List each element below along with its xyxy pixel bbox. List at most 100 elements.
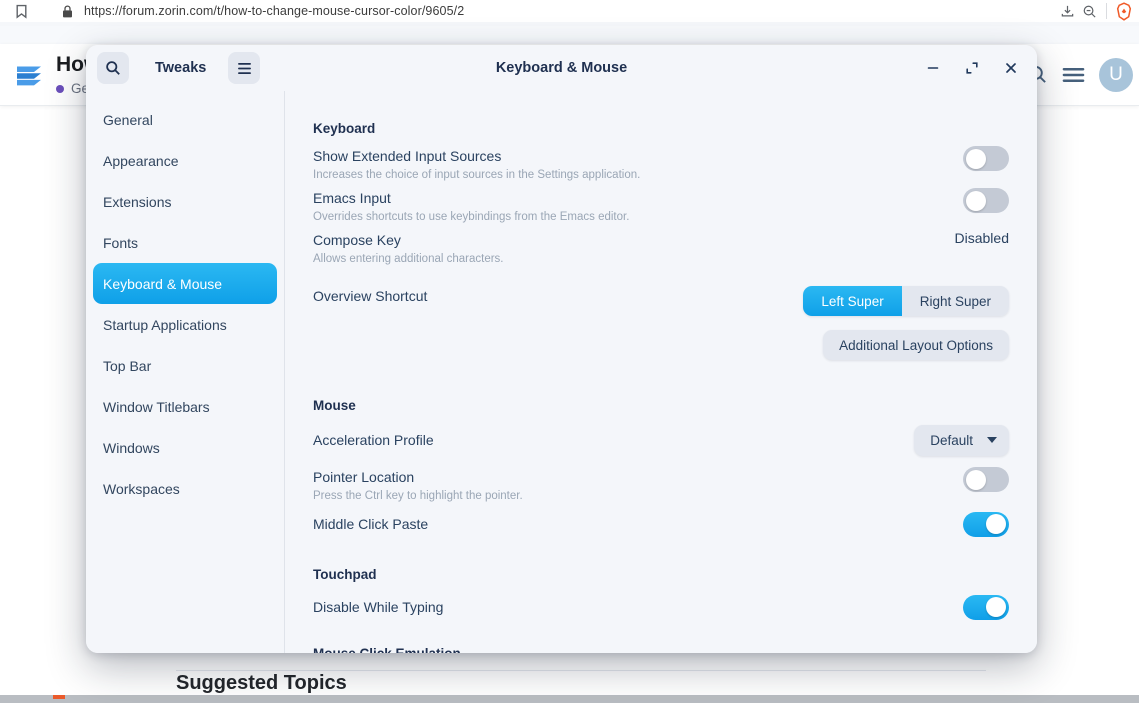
zorin-logo-icon[interactable]: [12, 58, 46, 92]
sidebar-item-workspaces[interactable]: Workspaces: [93, 468, 277, 509]
row-control: Disabled: [913, 230, 1009, 248]
avatar[interactable]: U: [1099, 57, 1133, 92]
overview-shortcut-segmented-control: Left Super Right Super: [803, 286, 1009, 316]
row-control: Left Super Right Super: [787, 286, 1009, 316]
sidebar-item-keyboard-and-mouse[interactable]: Keyboard & Mouse: [93, 263, 277, 304]
address-bar[interactable]: https://forum.zorin.com/t/how-to-change-…: [48, 0, 1056, 22]
row-texts: Disable While Typing: [313, 597, 913, 617]
zoom-out-icon[interactable]: [1078, 1, 1100, 21]
disable-while-typing-toggle[interactable]: [963, 594, 1009, 620]
row-texts: Overview Shortcut: [313, 286, 787, 306]
tweaks-window: Tweaks Keyboard & Mouse General Appearan…: [86, 45, 1037, 653]
row-texts: Show Extended Input Sources Increases th…: [313, 146, 913, 184]
setting-subtitle: Increases the choice of input sources in…: [313, 169, 641, 181]
sidebar-item-startup-applications[interactable]: Startup Applications: [93, 304, 277, 345]
additional-layout-options-button[interactable]: Additional Layout Options: [823, 330, 1009, 360]
setting-show-extended-input-sources: Show Extended Input Sources Increases th…: [313, 144, 1009, 186]
setting-title: Emacs Input: [313, 190, 391, 206]
toggle-knob: [986, 514, 1006, 534]
hamburger-menu-icon[interactable]: [1062, 66, 1085, 84]
pointer-location-toggle[interactable]: [963, 467, 1009, 492]
bookmark-icon[interactable]: [10, 1, 32, 21]
sidebar-item-label: Appearance: [103, 152, 179, 169]
row-additional-layout-options: Additional Layout Options: [313, 328, 1009, 362]
sidebar-item-extensions[interactable]: Extensions: [93, 181, 277, 222]
toggle-knob: [986, 597, 1006, 617]
toggle-knob: [966, 190, 986, 211]
settings-content: Keyboard Show Extended Input Sources Inc…: [285, 91, 1037, 653]
setting-disable-while-typing: Disable While Typing: [313, 590, 1009, 624]
app-title: Tweaks: [155, 60, 207, 76]
segment-left-super[interactable]: Left Super: [803, 286, 902, 316]
tweaks-titlebar: Tweaks Keyboard & Mouse: [86, 45, 1037, 91]
middle-click-paste-toggle[interactable]: [963, 511, 1009, 537]
toggle-knob: [966, 148, 986, 169]
sidebar-item-label: Extensions: [103, 193, 172, 210]
setting-middle-click-paste: Middle Click Paste: [313, 507, 1009, 541]
sidebar-item-label: Window Titlebars: [103, 398, 210, 415]
sidebar-item-fonts[interactable]: Fonts: [93, 222, 277, 263]
setting-title: Acceleration Profile: [313, 432, 434, 448]
taskbar-strip: [0, 695, 1139, 703]
row-texts: Middle Click Paste: [313, 514, 913, 534]
browser-toolbar-actions: [1056, 1, 1139, 21]
chevron-down-icon: [987, 437, 997, 443]
acceleration-profile-value: Default: [930, 432, 973, 448]
setting-emacs-input: Emacs Input Overrides shortcuts to use k…: [313, 186, 1009, 228]
content-divider: [176, 670, 986, 671]
sidebar-item-label: Keyboard & Mouse: [103, 275, 223, 292]
row-control: [913, 188, 1009, 213]
forum-header-actions: U: [1027, 57, 1139, 92]
suggested-topics-heading: Suggested Topics: [176, 672, 347, 694]
row-control: Default: [913, 424, 1009, 456]
url-text: https://forum.zorin.com/t/how-to-change-…: [84, 4, 465, 18]
setting-title: Pointer Location: [313, 469, 415, 485]
setting-title: Compose Key: [313, 232, 401, 248]
close-icon[interactable]: [1003, 60, 1019, 76]
brave-lion-icon[interactable]: [1113, 1, 1135, 21]
sidebar-item-label: Top Bar: [103, 357, 152, 374]
minimize-icon[interactable]: [925, 60, 941, 76]
setting-title: Overview Shortcut: [313, 288, 428, 304]
touchpad-section-heading: Touchpad: [313, 567, 377, 582]
row-texts: Pointer Location Press the Ctrl key to h…: [313, 467, 913, 505]
setting-compose-key: Compose Key Allows entering additional c…: [313, 228, 1009, 270]
segment-right-super[interactable]: Right Super: [901, 286, 1009, 316]
row-control: [913, 594, 1009, 620]
setting-overview-shortcut: Overview Shortcut Left Super Right Super: [313, 284, 1009, 318]
download-icon[interactable]: [1056, 1, 1078, 21]
row-control: Additional Layout Options: [787, 330, 1009, 360]
setting-subtitle: Allows entering additional characters.: [313, 253, 504, 265]
mouse-section-heading: Mouse: [313, 398, 356, 413]
show-extended-input-sources-toggle[interactable]: [963, 146, 1009, 171]
row-texts: Acceleration Profile: [313, 430, 913, 450]
toolbar-divider: [1106, 3, 1107, 19]
sidebar-item-appearance[interactable]: Appearance: [93, 140, 277, 181]
setting-subtitle: Press the Ctrl key to highlight the poin…: [313, 490, 523, 502]
setting-subtitle: Overrides shortcuts to use keybindings f…: [313, 211, 630, 223]
toggle-knob: [966, 469, 986, 490]
acceleration-profile-dropdown[interactable]: Default: [914, 424, 1009, 456]
setting-pointer-location: Pointer Location Press the Ctrl key to h…: [313, 465, 1009, 507]
maximize-icon[interactable]: [964, 60, 980, 76]
emacs-input-toggle[interactable]: [963, 188, 1009, 213]
setting-title: Show Extended Input Sources: [313, 148, 502, 164]
sidebar-item-general[interactable]: General: [93, 99, 277, 140]
sidebar-item-window-titlebars[interactable]: Window Titlebars: [93, 386, 277, 427]
sidebar-item-label: General: [103, 111, 153, 128]
tweaks-body: General Appearance Extensions Fonts Keyb…: [86, 91, 1037, 653]
row-control: [913, 467, 1009, 492]
search-button[interactable]: [97, 52, 129, 84]
hamburger-menu-icon[interactable]: [228, 52, 261, 84]
compose-key-value[interactable]: Disabled: [955, 230, 1009, 246]
sidebar-item-label: Workspaces: [103, 480, 180, 497]
row-control: [913, 511, 1009, 537]
sidebar: General Appearance Extensions Fonts Keyb…: [86, 91, 285, 653]
browser-toolbar: https://forum.zorin.com/t/how-to-change-…: [0, 0, 1139, 22]
setting-title: Middle Click Paste: [313, 516, 429, 532]
window-controls: [925, 60, 1037, 76]
sidebar-item-top-bar[interactable]: Top Bar: [93, 345, 277, 386]
sidebar-item-windows[interactable]: Windows: [93, 427, 277, 468]
setting-title: Disable While Typing: [313, 599, 444, 615]
sidebar-item-label: Windows: [103, 439, 160, 456]
